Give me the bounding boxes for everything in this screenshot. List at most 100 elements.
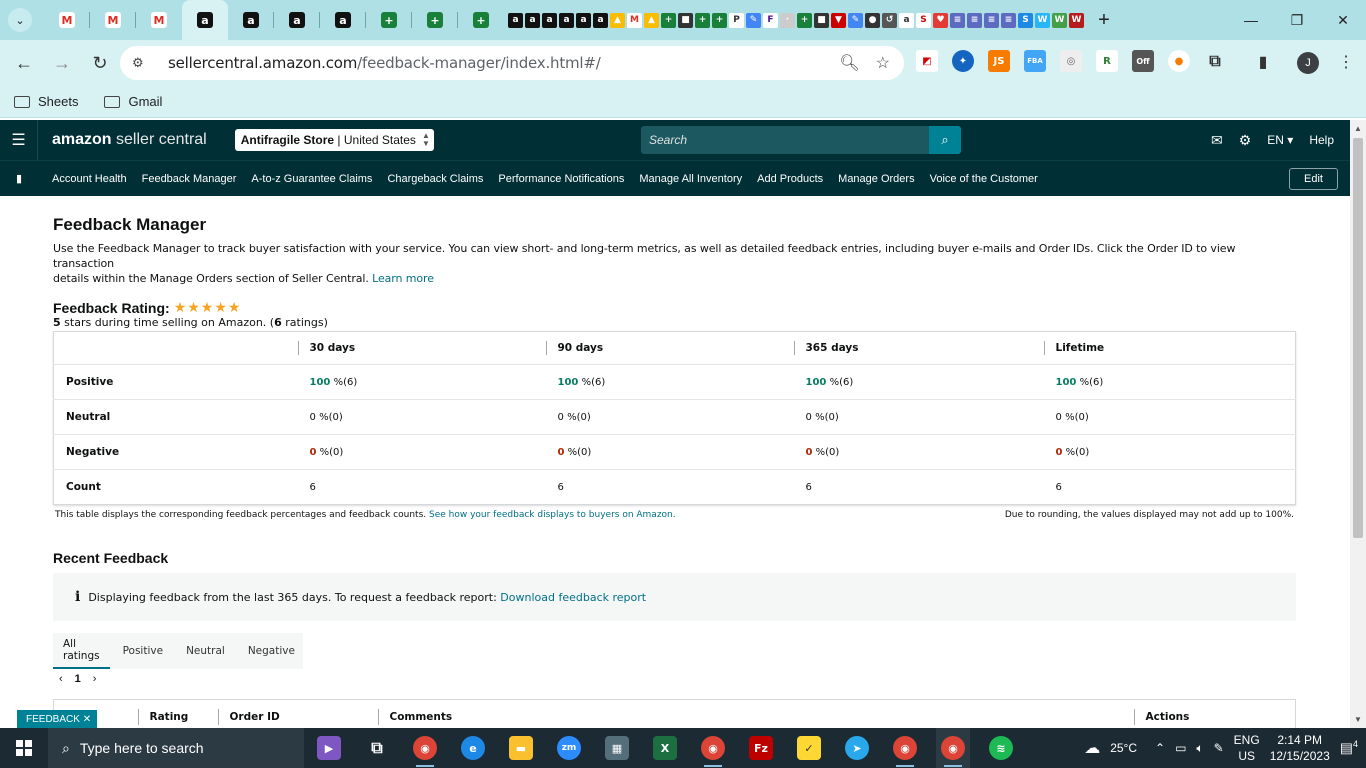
zoom-app-icon[interactable]: zm [552,728,586,768]
sticky-notes-icon[interactable]: ✓ [792,728,826,768]
prev-page-icon[interactable]: ‹ [59,673,63,685]
clapper-app-icon[interactable]: ▶ [312,728,346,768]
restore-button[interactable]: ❐ [1274,0,1320,40]
filezilla-icon[interactable]: Fz [744,728,778,768]
sheets-icon[interactable]: + [661,12,676,28]
amazon-icon[interactable]: a [508,12,523,28]
page-number[interactable]: 1 [75,673,81,685]
drive-icon[interactable]: ▲ [644,12,659,28]
learn-more-link[interactable]: Learn more [372,272,434,285]
weather-icon[interactable]: ☁ [1084,738,1100,758]
notifications-icon[interactable]: ▤4 [1340,739,1358,757]
extensions-puzzle-icon[interactable]: ⧉ [1204,50,1226,72]
battery-icon[interactable]: ▭ [1175,741,1186,755]
bookmark-star-icon[interactable]: ☆ [876,53,890,73]
sheets-icon[interactable]: + [695,12,710,28]
app-icon[interactable]: ■ [678,12,693,28]
nav-manage-orders[interactable]: Manage Orders [838,173,914,185]
start-button[interactable] [0,728,48,768]
tab-gmail-2[interactable]: M [90,0,136,40]
nav-feedback-manager[interactable]: Feedback Manager [142,173,237,185]
profile-avatar[interactable]: J [1297,52,1319,74]
nav-voice-of-customer[interactable]: Voice of the Customer [930,173,1038,185]
chrome-menu-icon[interactable]: ⋮ [1338,52,1354,72]
forward-button[interactable]: → [44,45,80,81]
list-icon[interactable]: ≡ [1001,12,1016,28]
search-input[interactable]: Search [641,126,929,154]
clock[interactable]: 2:14 PM 12/15/2023 [1270,732,1330,764]
drive-icon[interactable]: ▲ [610,12,625,28]
back-button[interactable]: ← [6,45,42,81]
tab-negative[interactable]: Negative [238,633,305,669]
app-icon[interactable]: a [899,12,914,28]
app-icon[interactable]: · [780,12,795,28]
nav-a-to-z-claims[interactable]: A-to-z Guarantee Claims [251,173,372,185]
scroll-up-icon[interactable]: ▲ [1354,124,1362,133]
site-info-icon[interactable]: ⚙ [132,55,154,71]
list-icon[interactable]: ≡ [950,12,965,28]
scroll-down-icon[interactable]: ▼ [1354,715,1362,724]
app-icon[interactable]: ✎ [848,12,863,28]
tab-sheets-2[interactable]: + [412,0,458,40]
chrome-profile-icon[interactable]: ◉ [696,728,730,768]
nav-chargeback-claims[interactable]: Chargeback Claims [387,173,483,185]
fba-extension-icon[interactable]: FBA [1024,50,1046,72]
chrome-app-icon[interactable]: ◉ [408,728,442,768]
seller-central-logo[interactable]: amazon seller central [52,131,207,149]
tab-amazon-3[interactable]: a [274,0,320,40]
excel-icon[interactable]: X [648,728,682,768]
js-extension-icon[interactable]: JS [988,50,1010,72]
telegram-icon[interactable]: ➤ [840,728,874,768]
download-report-link[interactable]: Download feedback report [500,591,646,604]
nav-account-health[interactable]: Account Health [52,173,127,185]
app-icon[interactable]: ● [865,12,880,28]
reload-button[interactable]: ↻ [82,45,118,81]
tab-all-ratings[interactable]: All ratings [53,633,110,669]
sheets-icon[interactable]: + [797,12,812,28]
amazon-icon[interactable]: a [576,12,591,28]
edit-nav-button[interactable]: Edit [1289,168,1338,190]
nav-performance-notifications[interactable]: Performance Notifications [498,173,624,185]
amazon-icon[interactable]: a [542,12,557,28]
chevron-up-icon[interactable]: ⌃ [1155,741,1165,755]
taskbar-search[interactable]: ⌕ Type here to search [48,728,304,768]
tab-sheets-1[interactable]: + [366,0,412,40]
page-scrollbar[interactable]: ▲ ▼ [1350,120,1366,728]
app-icon[interactable]: W [1069,12,1084,28]
nav-manage-inventory[interactable]: Manage All Inventory [639,173,742,185]
scroll-thumb[interactable] [1353,138,1363,538]
extension-icon[interactable]: ◩ [916,50,938,72]
app-icon[interactable]: ■ [814,12,829,28]
language-selector[interactable]: EN ▾ [1267,133,1293,147]
gear-icon[interactable]: ⚙ [1239,132,1252,149]
tab-amazon-active[interactable]: a [182,0,228,40]
sysco-icon[interactable]: S [1018,12,1033,28]
feedback-badge[interactable]: FEEDBACK ✕ [17,710,98,728]
weather-temp[interactable]: 25°C [1110,741,1137,755]
history-icon[interactable]: ↺ [882,12,897,28]
new-tab-button[interactable]: + [1090,6,1118,34]
extension-icon[interactable]: ✦ [952,50,974,72]
sheets-icon[interactable]: + [712,12,727,28]
app-icon[interactable]: ✎ [746,12,761,28]
feedback-display-link[interactable]: See how your feedback displays to buyers… [429,510,676,520]
tab-amazon-4[interactable]: a [320,0,366,40]
edge-app-icon[interactable]: e [456,728,490,768]
volume-icon[interactable]: 🔈︎ [1196,741,1203,756]
spotify-icon[interactable]: ≋ [984,728,1018,768]
tab-gmail-3[interactable]: M [136,0,182,40]
heart-icon[interactable]: ♥ [933,12,948,28]
side-panel-icon[interactable]: ▮ [1252,50,1274,72]
app-icon[interactable]: S [916,12,931,28]
bookmark-sheets[interactable]: Sheets [14,94,78,109]
tab-neutral[interactable]: Neutral [176,633,235,669]
file-explorer-icon[interactable]: ▬ [504,728,538,768]
tab-amazon-2[interactable]: a [228,0,274,40]
close-window-button[interactable]: ✕ [1320,0,1366,40]
store-selector[interactable]: Antifragile Store | United States ▲ ▼ [234,129,434,151]
next-page-icon[interactable]: › [93,673,97,685]
list-icon[interactable]: ≡ [967,12,982,28]
amazon-icon[interactable]: a [559,12,574,28]
tab-sheets-3[interactable]: + [458,0,504,40]
pen-icon[interactable]: ✎ [1214,741,1224,755]
